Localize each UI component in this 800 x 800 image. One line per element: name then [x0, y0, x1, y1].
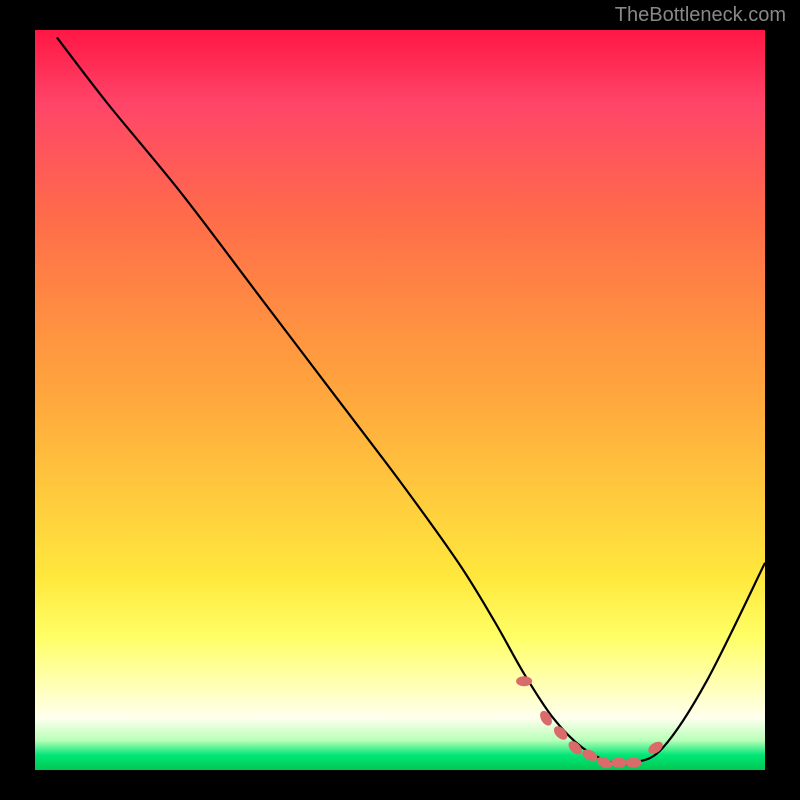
marker-dot: [516, 676, 532, 686]
curve-svg: [35, 30, 765, 770]
marker-dot: [626, 758, 642, 768]
chart-plot-area: [35, 30, 765, 770]
watermark-text: TheBottleneck.com: [615, 4, 786, 27]
bottleneck-curve-path: [57, 37, 765, 764]
marker-dot: [611, 758, 627, 768]
marker-group: [516, 676, 665, 770]
marker-dot: [538, 709, 555, 728]
